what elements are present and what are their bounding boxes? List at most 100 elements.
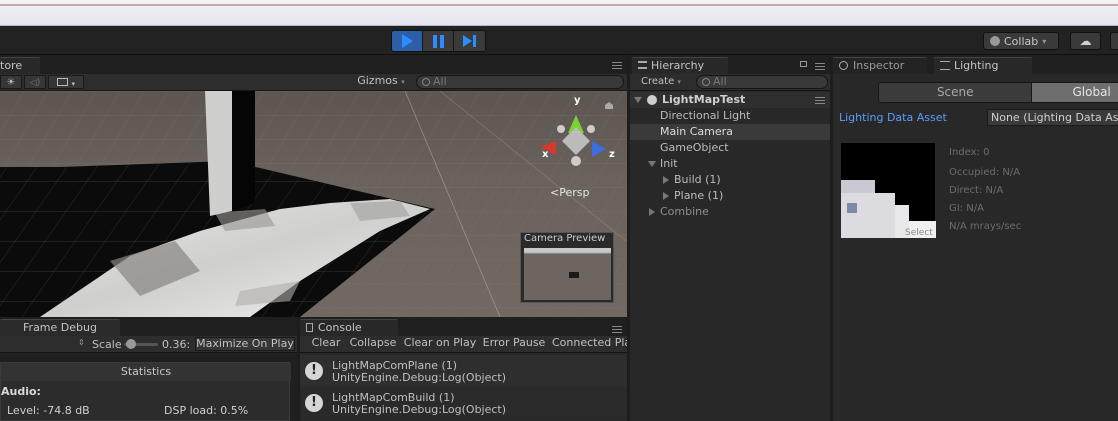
hierarchy-item[interactable]: Combine [630,204,830,220]
console-collapse-button[interactable]: Collapse [348,337,398,351]
warning-icon: ! [305,362,323,380]
sun-icon: ☀ [6,77,16,88]
collab-label: Collab [1004,34,1039,48]
hierarchy-item[interactable]: Build (1) [630,172,830,188]
console-error-pause-label: Error Pause [482,336,546,349]
game-view: Statistics Audio: Level: -74.8 dB DSP lo… [0,353,297,421]
image-icon [56,78,68,86]
persp-chevron-icon: < [550,186,560,199]
segment-global-button[interactable]: Global [1032,83,1118,102]
account-button[interactable] [1110,32,1118,50]
scene-audio-toggle[interactable]: ◁) [24,75,46,89]
chevron-down-icon: ▾ [401,78,405,86]
tab-inspector[interactable]: Inspector [833,57,927,74]
info-icon [839,61,848,70]
tab-lighting-label: Lighting [954,59,999,72]
scale-slider[interactable] [124,339,158,349]
step-button[interactable] [454,31,485,51]
scale-arrows-icon: ⇕ [78,338,85,347]
hierarchy-tabbar: Hierarchy [630,55,830,74]
camera-preview-image [524,248,611,300]
segment-scene-button[interactable]: Scene [879,83,1033,102]
audio-heading: Audio: [1,385,41,398]
console-icon [306,323,313,332]
lightmap-preview[interactable]: Select [840,142,936,239]
tab-console[interactable]: Console [300,319,398,336]
console-collapse-label: Collapse [349,336,397,349]
expand-arrow-icon[interactable] [648,161,656,167]
scene-effects-dropdown[interactable]: ▾ [48,75,84,89]
console-clear-label: Clear [311,336,341,349]
hierarchy-item[interactable]: Main Camera [630,124,830,140]
lightmap-stat: N/A mrays/sec [949,221,1022,232]
lightmap-stat: Direct: N/A [949,185,1004,196]
hierarchy-icon [638,61,647,69]
scene-panel: tore ☀ ◁) ▾ Gizmos ▾ All y x z <Persp Ca… [0,55,627,317]
axis-z-label: z [609,149,615,160]
lightmap-patch-b [841,193,895,238]
lighting-settings-icon [940,61,950,70]
collab-button[interactable]: Collab ▾ [983,32,1059,50]
axis-x-label: x [542,149,549,160]
hierarchy-search-input[interactable]: All [696,75,828,89]
scene-viewport[interactable]: y x z <Persp Camera Preview [0,91,627,317]
maximize-on-play-button[interactable]: Maximize On Play [195,337,295,351]
pause-icon [432,34,444,48]
hierarchy-item[interactable]: GameObject [630,140,830,156]
inspector-tabbar: Inspector Lighting [833,55,1118,74]
tab-scene[interactable]: tore [0,57,40,74]
hierarchy-item[interactable]: Plane (1) [630,188,830,204]
lightmap-stat: Index: 0 [949,147,990,158]
speaker-icon: ◁) [29,78,41,88]
console-entry[interactable]: ! LightMapComBuild (1) UnityEngine.Debug… [300,387,627,419]
chevron-down-icon: ▾ [677,78,681,86]
console-entry[interactable]: ! LightMapComPlane (1) UnityEngine.Debug… [300,355,627,387]
lightmap-stat: Occupied: N/A [949,167,1021,178]
preview-object [569,272,579,278]
lighting-data-asset-field[interactable]: None (Lighting Data As [987,109,1118,126]
inspector-panel: Inspector Lighting Scene Global Lighting… [833,55,1118,421]
console-panel-menu-icon[interactable] [612,326,622,333]
tab-frame-debug[interactable]: Frame Debug [0,319,120,336]
segment-scene-label: Scene [936,85,974,99]
main-toolbar: Collab ▾ ☁ [0,26,1118,55]
step-icon [463,35,476,47]
collapse-arrow-icon[interactable] [663,176,669,184]
play-button[interactable] [392,31,423,51]
scene-row-menu-icon[interactable] [815,97,825,104]
expand-arrow-icon[interactable] [634,97,642,103]
persp-label: Persp [559,186,590,199]
create-dropdown[interactable]: Create ▾ [641,76,681,87]
collapse-arrow-icon[interactable] [663,192,669,200]
console-error-pause-button[interactable]: Error Pause [480,337,548,351]
lightmap-stat: GI: N/A [949,203,984,214]
hierarchy-item[interactable]: Init [630,156,830,172]
lock-icon[interactable] [800,61,807,67]
persp-toggle[interactable]: <Persp [550,186,589,199]
scene-panel-menu-icon[interactable] [612,62,622,69]
console-clear-button[interactable]: Clear [308,337,344,351]
cloud-icon: ☁ [1079,34,1092,48]
segment-global-label: Global [1072,85,1111,99]
hierarchy-panel-menu-icon[interactable] [815,63,825,70]
scene-search-placeholder: All [433,75,447,88]
scene-lighting-toggle[interactable]: ☀ [0,75,22,89]
gizmos-dropdown[interactable]: Gizmos ▾ [352,75,410,89]
hierarchy-item-label: Main Camera [660,125,733,138]
tab-inspector-label: Inspector [853,59,905,72]
hierarchy-item[interactable]: Directional Light [630,108,830,124]
console-connected-player-button[interactable]: Connected Pla [552,337,627,351]
collapse-arrow-icon[interactable] [649,208,655,216]
lighting-data-asset-label: Lighting Data Asset [839,111,947,124]
hierarchy-toolbar: Create ▾ All [630,74,830,91]
scene-toolbar: ☀ ◁) ▾ Gizmos ▾ All [0,74,627,91]
console-clear-on-play-button[interactable]: Clear on Play [402,337,478,351]
scale-slider-thumb[interactable] [126,339,136,349]
hierarchy-scene-row[interactable]: LightMapTest [630,92,830,108]
lightmap-select-label[interactable]: Select [905,228,933,238]
scene-search-input[interactable]: All [416,75,624,89]
pause-button[interactable] [423,31,454,51]
cloud-button[interactable]: ☁ [1070,32,1101,50]
tab-lighting[interactable]: Lighting [934,57,1032,74]
tab-hierarchy[interactable]: Hierarchy [632,57,728,74]
